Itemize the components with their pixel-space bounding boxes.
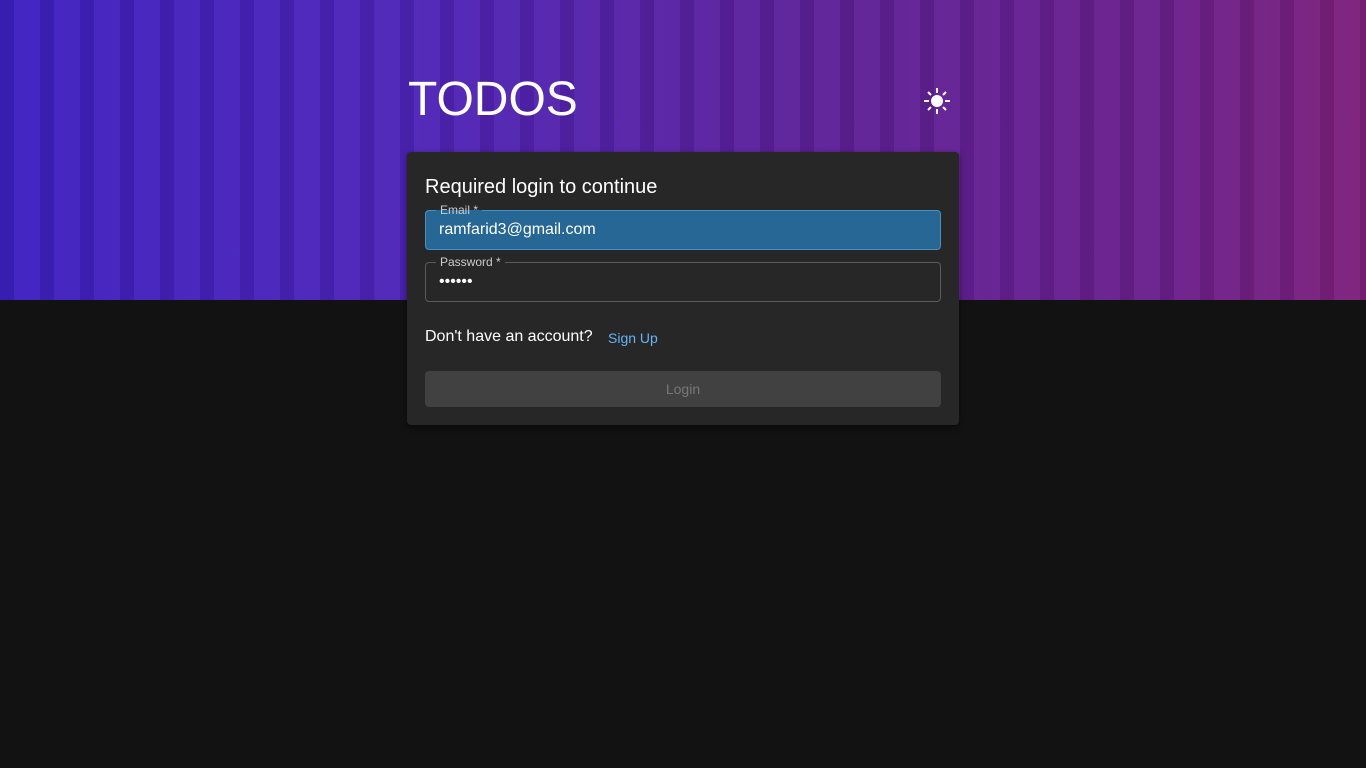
sun-icon[interactable] — [922, 86, 952, 116]
password-input[interactable]: •••••• — [439, 273, 919, 291]
password-label: Password * — [436, 255, 505, 269]
email-input[interactable] — [439, 221, 919, 239]
app-title: TODOS — [408, 73, 578, 126]
login-heading: Required login to continue — [425, 176, 658, 198]
password-field[interactable]: Password * •••••• — [425, 255, 941, 302]
login-button[interactable]: Login — [425, 371, 941, 407]
signup-link[interactable]: Sign Up — [608, 330, 658, 346]
account-prompt: Don't have an account? — [425, 328, 593, 345]
email-label: Email * — [436, 203, 483, 217]
email-field[interactable]: Email * — [425, 203, 941, 250]
login-card: Required login to continue Email * Passw… — [407, 152, 959, 425]
